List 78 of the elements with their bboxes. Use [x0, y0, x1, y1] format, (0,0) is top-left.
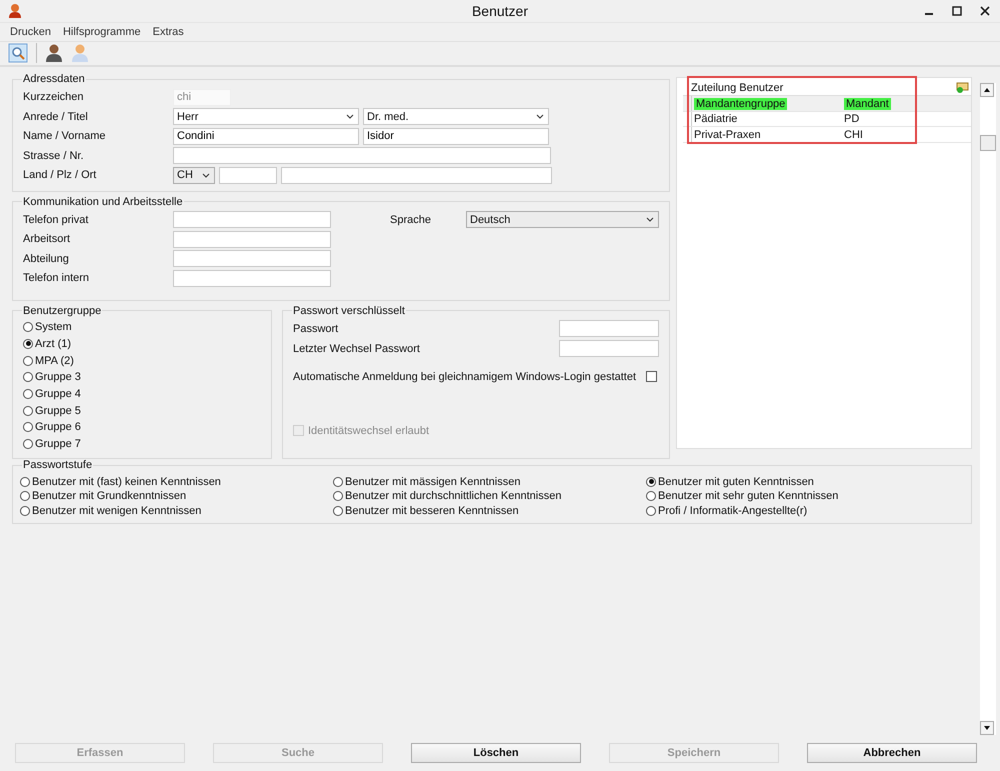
- radio-option[interactable]: Benutzer mit guten Kenntnissen: [646, 473, 961, 490]
- radio-option[interactable]: Benutzer mit besseren Kenntnissen: [333, 502, 646, 520]
- field-label: Arbeitsort: [23, 233, 72, 246]
- input-field[interactable]: [173, 211, 331, 228]
- input-field[interactable]: [173, 270, 331, 287]
- radio-option[interactable]: Benutzer mit wenigen Kenntnissen: [20, 502, 333, 520]
- input-field[interactable]: Condini: [173, 128, 359, 145]
- radio-option[interactable]: Gruppe 5: [23, 402, 261, 419]
- group-title: Kommunikation und Arbeitsstelle: [22, 196, 184, 208]
- scroll-thumb[interactable]: [980, 135, 996, 152]
- input-field[interactable]: [281, 166, 552, 184]
- grid-add-icon[interactable]: [956, 82, 969, 94]
- radio-option[interactable]: Benutzer mit sehr guten Kenntnissen: [646, 488, 961, 505]
- caret-icon: [202, 172, 210, 178]
- table-cell-text: Pädiatrie: [693, 113, 738, 126]
- input-field[interactable]: [559, 320, 659, 338]
- group-title: Adressdaten: [22, 73, 86, 86]
- scroll-down-icon[interactable]: [980, 721, 994, 736]
- scrollbar[interactable]: [980, 83, 996, 736]
- action-button[interactable]: Abbrechen: [807, 743, 977, 764]
- checkbox[interactable]: [646, 371, 657, 382]
- field-label: Passwort: [293, 322, 338, 335]
- table-cell-text: PD: [843, 113, 860, 126]
- table-cell-text: Privat-Praxen: [693, 128, 762, 141]
- radio-option[interactable]: Benutzer mit Grundkenntnissen: [20, 488, 333, 505]
- menu-item[interactable]: Drucken: [10, 26, 51, 38]
- radio-option[interactable]: Gruppe 7: [23, 436, 261, 452]
- user-icon: [8, 2, 22, 19]
- dropdown[interactable]: Herr: [173, 108, 359, 126]
- table-title: Zuteilung Benutzer: [691, 82, 784, 94]
- field-label: Letzter Wechsel Passwort: [293, 342, 420, 355]
- field-label: Telefon intern: [23, 272, 90, 284]
- field-label: Anrede / Titel: [23, 110, 89, 123]
- radio-option[interactable]: Gruppe 6: [23, 418, 261, 436]
- magnifier-icon[interactable]: [8, 43, 28, 64]
- radio-option[interactable]: System: [23, 318, 261, 336]
- radio-option[interactable]: Benutzer mit durchschnittlichen Kenntnissen: [333, 488, 646, 505]
- radio-option[interactable]: Profi / Informatik-Angestellte(r): [646, 502, 961, 520]
- caret-icon: [646, 217, 654, 222]
- maximize-icon[interactable]: [952, 6, 962, 16]
- radio-option[interactable]: Gruppe 3: [23, 368, 261, 386]
- field-label: Strasse / Nr.: [23, 150, 85, 162]
- group-title: Passwort verschlüsselt: [292, 304, 406, 317]
- checkbox-label: Automatische Anmeldung bei gleichnamigem Windows-Login gestattet: [293, 370, 636, 383]
- close-icon[interactable]: [980, 6, 990, 16]
- radio-option[interactable]: Arzt (1): [23, 336, 261, 352]
- menu-item[interactable]: Extras: [152, 26, 184, 38]
- caret-icon: [536, 114, 544, 120]
- group-title: Benutzergruppe: [22, 304, 102, 317]
- field-label: Name / Vorname: [23, 130, 107, 142]
- radio-option[interactable]: Benutzer mit (fast) keinen Kenntnissen: [20, 473, 333, 490]
- radio-option[interactable]: Gruppe 4: [23, 386, 261, 402]
- group-title: Passwortstufe: [22, 459, 94, 472]
- column-header[interactable]: Mandantengruppe: [694, 98, 788, 110]
- field-label: Kurzzeichen: [23, 91, 85, 104]
- input-field[interactable]: Isidor: [363, 128, 549, 145]
- input-field[interactable]: [173, 230, 331, 248]
- field-label: Telefon privat: [23, 214, 90, 226]
- dropdown[interactable]: CH: [173, 166, 215, 184]
- radio-option[interactable]: MPA (2): [23, 352, 261, 369]
- radio-option[interactable]: Benutzer mit mässigen Kenntnissen: [333, 473, 646, 490]
- column-header[interactable]: Mandant: [844, 98, 891, 110]
- input-field[interactable]: [559, 340, 659, 358]
- dropdown[interactable]: Dr. med.: [363, 108, 549, 126]
- field-label: Sprache: [390, 214, 432, 226]
- field-label: Land / Plz / Ort: [23, 169, 98, 182]
- dropdown[interactable]: Deutsch: [466, 211, 659, 228]
- scroll-up-icon[interactable]: [980, 83, 994, 98]
- menu-item[interactable]: Hilfsprogramme: [62, 26, 141, 38]
- input-field[interactable]: [173, 250, 331, 268]
- input-field[interactable]: [219, 166, 277, 184]
- table-cell-text: CHI: [843, 128, 863, 141]
- input-field[interactable]: [173, 147, 551, 164]
- action-button[interactable]: Löschen: [411, 743, 581, 764]
- person-icon[interactable]: [45, 43, 63, 64]
- window-title: Benutzer: [472, 2, 528, 19]
- caret-icon: [346, 114, 354, 120]
- field-label: Abteilung: [23, 252, 70, 265]
